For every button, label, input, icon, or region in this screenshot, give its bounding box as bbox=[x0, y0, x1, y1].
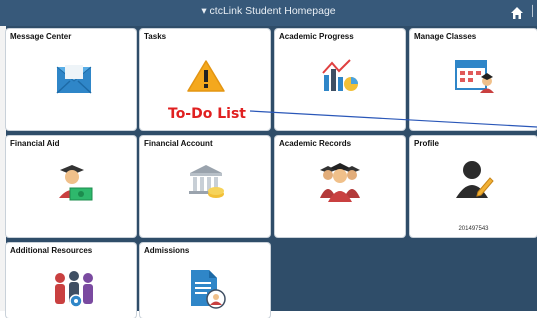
callout-pointer-line bbox=[249, 110, 537, 128]
